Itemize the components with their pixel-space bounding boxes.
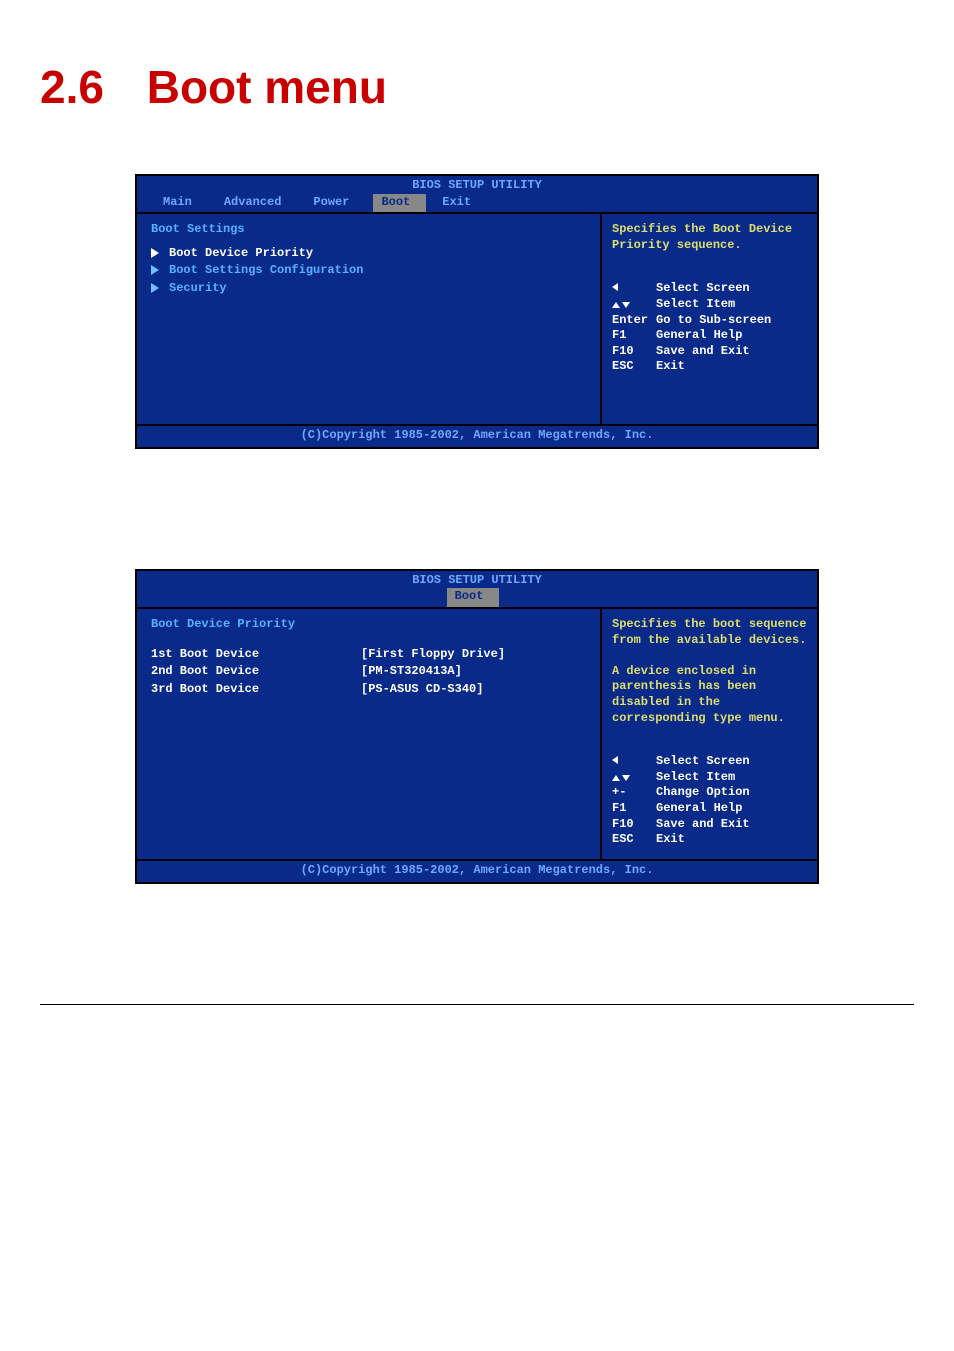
legend-row: ESCExit [612,832,807,848]
submenu-marker-icon [151,265,159,275]
legend-row: ESCExit [612,359,807,375]
bios-left-panel: Boot Device Priority 1st Boot Device[Fir… [137,609,602,859]
bios-body: Boot Settings Boot Device PriorityBoot S… [137,214,817,424]
section-number: 2.6 [40,61,104,113]
bios-help-panel: Specifies the Boot Device Priority seque… [602,214,817,424]
legend-key: ESC [612,832,656,848]
submenu-boot-settings-configuration[interactable]: Boot Settings Configuration [151,263,586,279]
bios-tabs: Main Advanced Power Boot Exit [137,194,817,213]
arrow-left-right-icon [612,281,618,297]
legend-row: F1General Help [612,328,807,344]
bios-titlebar: BIOS SETUP UTILITY Boot [137,571,817,609]
bios-title: BIOS SETUP UTILITY [137,571,817,589]
boot-device-priority-heading: Boot Device Priority [151,617,586,633]
legend-desc: Exit [656,359,685,375]
legend-key [612,770,656,786]
boot-device-label: 1st Boot Device [151,647,361,663]
legend-row: Select Screen [612,281,807,297]
boot-device-label: 2nd Boot Device [151,664,361,680]
legend-desc: Change Option [656,785,750,801]
bios-footer: (C)Copyright 1985-2002, American Megatre… [137,424,817,447]
legend: Select ScreenSelect Item+-Change OptionF… [612,754,807,848]
legend-row: EnterGo to Sub-screen [612,313,807,329]
boot-device-row[interactable]: 2nd Boot Device[PM-ST320413A] [151,664,586,680]
tab-boot[interactable]: Boot [373,194,426,213]
legend-key: F10 [612,344,656,360]
submenu-label: Boot Settings Configuration [169,263,363,279]
legend-desc: Select Screen [656,754,750,770]
bios-help-panel: Specifies the boot sequence from the ava… [602,609,817,859]
legend-key: F10 [612,817,656,833]
legend-row: Select Item [612,770,807,786]
submenu-label: Boot Device Priority [169,246,313,262]
legend-desc: General Help [656,328,742,344]
arrow-up-down-icon [612,775,630,781]
legend-key [612,297,656,313]
bios-titlebar: BIOS SETUP UTILITY Main Advanced Power Boot… [137,176,817,214]
legend-desc: Select Item [656,297,735,313]
boot-device-value: [PM-ST320413A] [361,664,462,680]
tab-boot[interactable]: Boot [447,588,500,607]
bios-window-boot-device-priority: BIOS SETUP UTILITY Boot Boot Device Prio… [135,569,819,884]
boot-device-row[interactable]: 3rd Boot Device[PS-ASUS CD-S340] [151,682,586,698]
submenu-security[interactable]: Security [151,281,586,297]
legend-desc: Select Item [656,770,735,786]
legend-key [612,754,656,770]
legend-row: +-Change Option [612,785,807,801]
bios-tabs: Boot [137,588,817,607]
legend-row: F10Save and Exit [612,344,807,360]
submenu-label: Security [169,281,227,297]
legend-row: Select Item [612,297,807,313]
tab-main[interactable]: Main [155,194,208,213]
arrow-up-down-icon [612,302,630,308]
bios-body: Boot Device Priority 1st Boot Device[Fir… [137,609,817,859]
bios-window-boot-settings: BIOS SETUP UTILITY MainAdvancedPowerBoot… [135,174,819,449]
legend-desc: Exit [656,832,685,848]
legend-desc: Select Screen [656,281,750,297]
legend-key: F1 [612,328,656,344]
bios-title: BIOS SETUP UTILITY [137,176,817,194]
section-title-text: Boot menu [147,61,387,113]
tab-exit[interactable]: Exit [434,194,487,213]
help-text: Specifies the Boot Device Priority seque… [612,222,807,253]
tab-advanced[interactable]: Advanced [216,194,298,213]
boot-device-value: [First Floppy Drive] [361,647,505,663]
legend: Select ScreenSelect ItemEnterGo to Sub-s… [612,281,807,375]
legend-key [612,281,656,297]
legend-key: +- [612,785,656,801]
boot-device-label: 3rd Boot Device [151,682,361,698]
submenu-marker-icon [151,248,159,258]
help-text: Specifies the boot sequence from the ava… [612,617,807,726]
legend-desc: Save and Exit [656,344,750,360]
legend-row: F1General Help [612,801,807,817]
legend-key: ESC [612,359,656,375]
legend-desc: Save and Exit [656,817,750,833]
legend-row: F10Save and Exit [612,817,807,833]
arrow-left-right-icon [612,754,618,770]
tab-power[interactable]: Power [305,194,365,213]
legend-row: Select Screen [612,754,807,770]
submenu-boot-device-priority[interactable]: Boot Device Priority [151,246,586,262]
boot-device-value: [PS-ASUS CD-S340] [361,682,483,698]
legend-desc: General Help [656,801,742,817]
legend-key: Enter [612,313,656,329]
bios-footer: (C)Copyright 1985-2002, American Megatre… [137,859,817,882]
legend-key: F1 [612,801,656,817]
boot-device-row[interactable]: 1st Boot Device[First Floppy Drive] [151,647,586,663]
page-rule [40,1004,914,1005]
bios-left-panel: Boot Settings Boot Device PriorityBoot S… [137,214,602,424]
submenu-marker-icon [151,283,159,293]
legend-desc: Go to Sub-screen [656,313,771,329]
boot-settings-heading: Boot Settings [151,222,586,238]
page-heading: 2.6 Boot menu [40,60,914,114]
